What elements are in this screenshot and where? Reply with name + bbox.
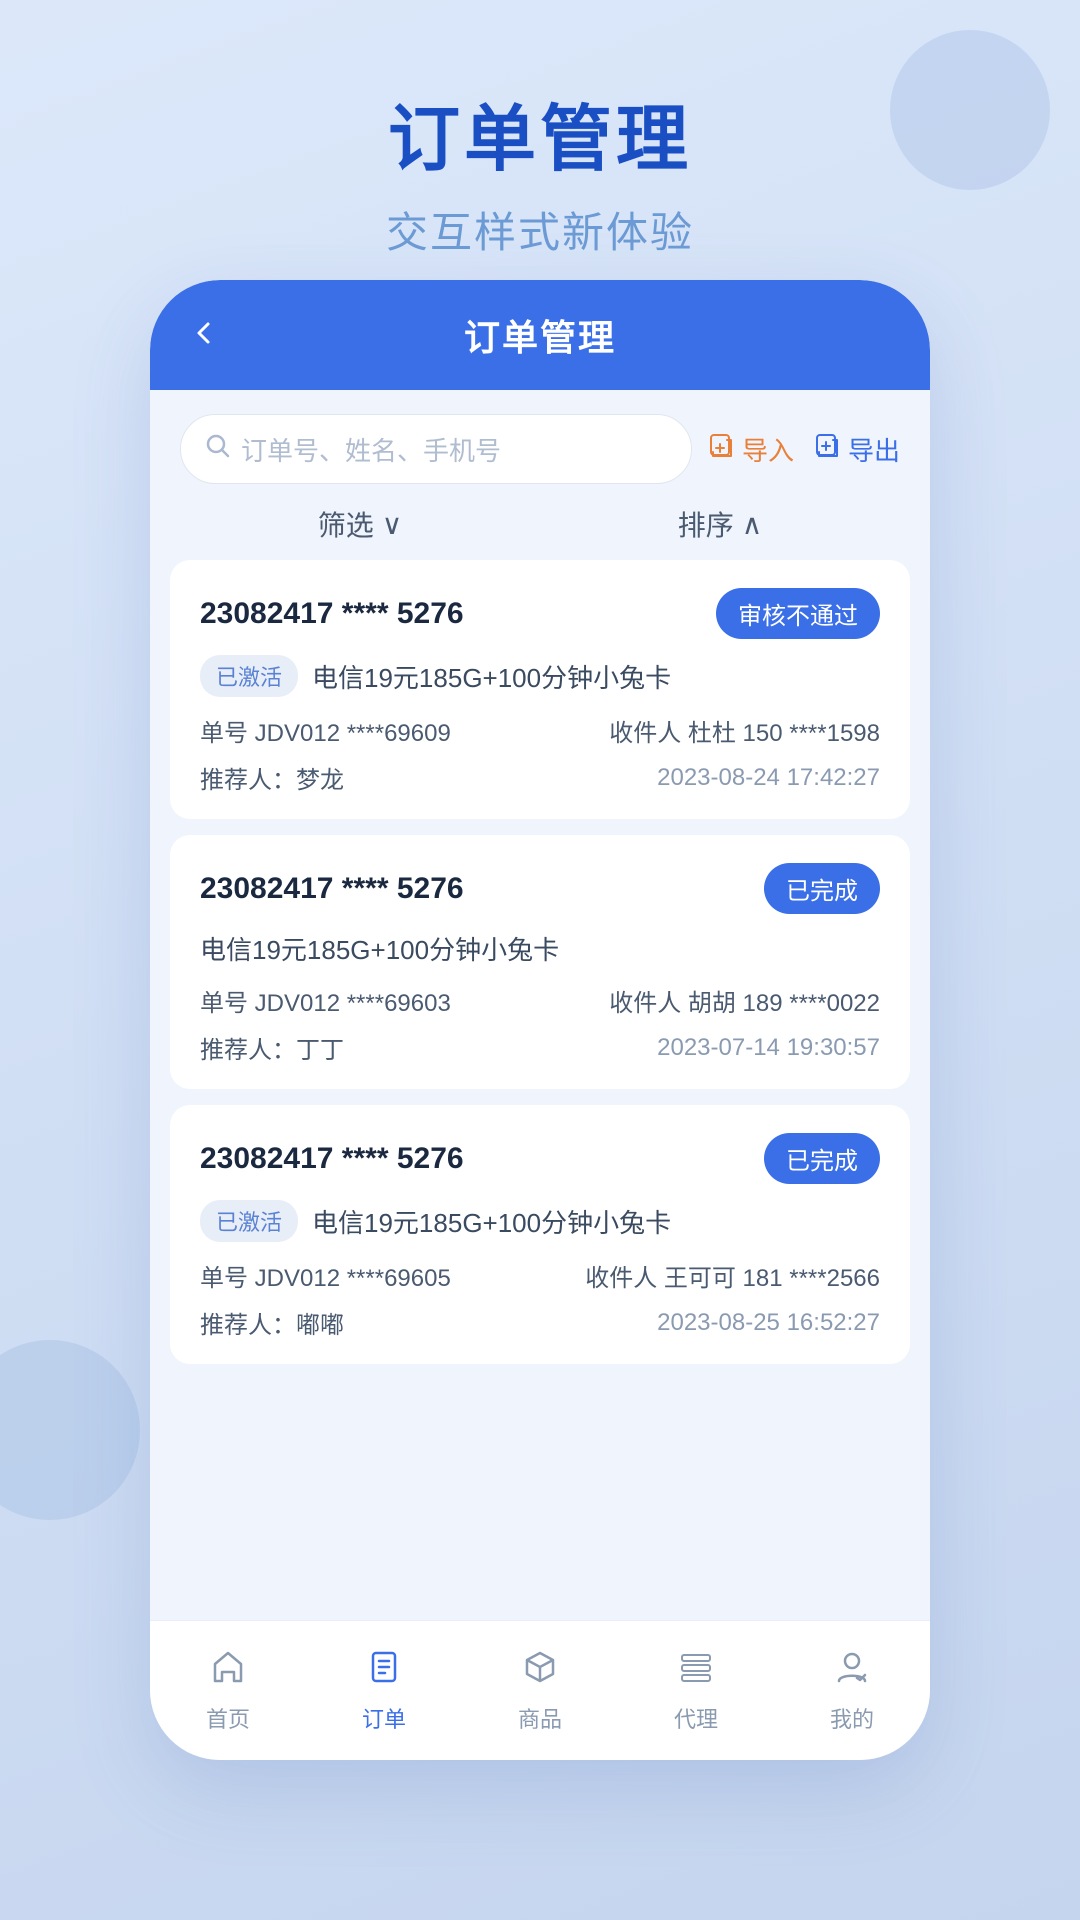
- order-sn: 单号 JDV012 ****69603: [200, 983, 451, 1018]
- export-button[interactable]: 导出: [814, 431, 900, 468]
- product-name: 电信19元185G+100分钟小兔卡: [312, 1203, 671, 1240]
- page-title: 订单管理: [386, 80, 694, 185]
- nav-item-home[interactable]: 首页: [178, 1648, 278, 1734]
- nav-icon-agent: [677, 1648, 715, 1696]
- filter-sort-row: 筛选 ∨ 排序 ∧: [150, 494, 930, 560]
- background: 订单管理 交互样式新体验 订单管理: [0, 0, 1080, 1920]
- search-box[interactable]: 订单号、姓名、手机号: [180, 414, 692, 484]
- phone-header: 订单管理: [150, 280, 930, 390]
- nav-label-mine: 我的: [830, 1702, 874, 1734]
- search-icon: [205, 433, 231, 466]
- nav-label-home: 首页: [206, 1702, 250, 1734]
- order-top-row: 23082417 **** 5276 已完成: [200, 1133, 880, 1184]
- back-button[interactable]: [190, 314, 218, 356]
- page-header: 订单管理 交互样式新体验: [386, 80, 694, 260]
- filter-button[interactable]: 筛选 ∨: [318, 504, 403, 544]
- deco-circle-tr: [890, 30, 1050, 190]
- recipient: 收件人 杜杜 150 ****1598: [609, 713, 880, 748]
- order-footer-row: 推荐人：梦龙 2023-08-24 17:42:27: [200, 760, 880, 795]
- nav-item-order[interactable]: 订单: [334, 1648, 434, 1734]
- filter-down-icon: ∨: [382, 508, 403, 541]
- order-footer-row: 推荐人：嘟嘟 2023-08-25 16:52:27: [200, 1305, 880, 1340]
- order-top-row: 23082417 **** 5276 审核不通过: [200, 588, 880, 639]
- recipient: 收件人 胡胡 189 ****0022: [609, 983, 880, 1018]
- orders-list: 23082417 **** 5276 审核不通过 已激活 电信19元185G+1…: [150, 560, 930, 1620]
- nav-icon-order: [365, 1648, 403, 1696]
- nav-icon-mine: [833, 1648, 871, 1696]
- nav-icon-home: [209, 1648, 247, 1696]
- order-time: 2023-08-25 16:52:27: [657, 1309, 880, 1337]
- page-subtitle: 交互样式新体验: [386, 199, 694, 260]
- sort-label: 排序: [678, 504, 734, 544]
- nav-label-product: 商品: [518, 1702, 562, 1734]
- filter-label: 筛选: [318, 504, 374, 544]
- order-sn: 单号 JDV012 ****69609: [200, 713, 451, 748]
- product-row: 已激活 电信19元185G+100分钟小兔卡: [200, 655, 880, 697]
- product-name: 电信19元185G+100分钟小兔卡: [312, 658, 671, 695]
- order-number: 23082417 **** 5276: [200, 597, 464, 631]
- sort-up-icon: ∧: [742, 508, 763, 541]
- export-label: 导出: [848, 431, 900, 468]
- order-number: 23082417 **** 5276: [200, 1142, 464, 1176]
- status-badge: 审核不通过: [716, 588, 880, 639]
- recommender: 推荐人：丁丁: [200, 1030, 344, 1065]
- order-card[interactable]: 23082417 **** 5276 已完成 电信19元185G+100分钟小兔…: [170, 835, 910, 1089]
- nav-item-agent[interactable]: 代理: [646, 1648, 746, 1734]
- bottom-nav: 首页 订单 商品 代理 我的: [150, 1620, 930, 1760]
- activated-tag: 已激活: [200, 1200, 298, 1242]
- product-name: 电信19元185G+100分钟小兔卡: [200, 930, 559, 967]
- order-card[interactable]: 23082417 **** 5276 审核不通过 已激活 电信19元185G+1…: [170, 560, 910, 819]
- deco-circle-bl: [0, 1340, 140, 1520]
- order-number: 23082417 **** 5276: [200, 872, 464, 906]
- phone-header-title: 订单管理: [464, 309, 616, 361]
- recipient: 收件人 王可可 181 ****2566: [585, 1258, 880, 1293]
- order-detail-row: 单号 JDV012 ****69605 收件人 王可可 181 ****2566: [200, 1258, 880, 1293]
- search-row: 订单号、姓名、手机号 导入: [150, 390, 930, 494]
- product-row: 已激活 电信19元185G+100分钟小兔卡: [200, 1200, 880, 1242]
- nav-label-order: 订单: [362, 1702, 406, 1734]
- status-badge: 已完成: [764, 1133, 880, 1184]
- nav-item-product[interactable]: 商品: [490, 1648, 590, 1734]
- order-top-row: 23082417 **** 5276 已完成: [200, 863, 880, 914]
- sort-button[interactable]: 排序 ∧: [678, 504, 763, 544]
- action-buttons: 导入 导出: [708, 431, 900, 468]
- product-row: 电信19元185G+100分钟小兔卡: [200, 930, 880, 967]
- status-badge: 已完成: [764, 863, 880, 914]
- phone-content: 订单号、姓名、手机号 导入: [150, 390, 930, 1620]
- recommender: 推荐人：嘟嘟: [200, 1305, 344, 1340]
- order-time: 2023-07-14 19:30:57: [657, 1034, 880, 1062]
- import-label: 导入: [742, 431, 794, 468]
- order-card[interactable]: 23082417 **** 5276 已完成 已激活 电信19元185G+100…: [170, 1105, 910, 1364]
- order-footer-row: 推荐人：丁丁 2023-07-14 19:30:57: [200, 1030, 880, 1065]
- order-detail-row: 单号 JDV012 ****69609 收件人 杜杜 150 ****1598: [200, 713, 880, 748]
- import-icon: [708, 432, 736, 467]
- search-placeholder: 订单号、姓名、手机号: [241, 431, 501, 468]
- import-button[interactable]: 导入: [708, 431, 794, 468]
- order-detail-row: 单号 JDV012 ****69603 收件人 胡胡 189 ****0022: [200, 983, 880, 1018]
- nav-icon-product: [521, 1648, 559, 1696]
- recommender: 推荐人：梦龙: [200, 760, 344, 795]
- activated-tag: 已激活: [200, 655, 298, 697]
- order-sn: 单号 JDV012 ****69605: [200, 1258, 451, 1293]
- export-icon: [814, 432, 842, 467]
- nav-item-mine[interactable]: 我的: [802, 1648, 902, 1734]
- order-time: 2023-08-24 17:42:27: [657, 764, 880, 792]
- nav-label-agent: 代理: [674, 1702, 718, 1734]
- phone-mockup: 订单管理 订单号、姓名、手机号: [150, 280, 930, 1760]
